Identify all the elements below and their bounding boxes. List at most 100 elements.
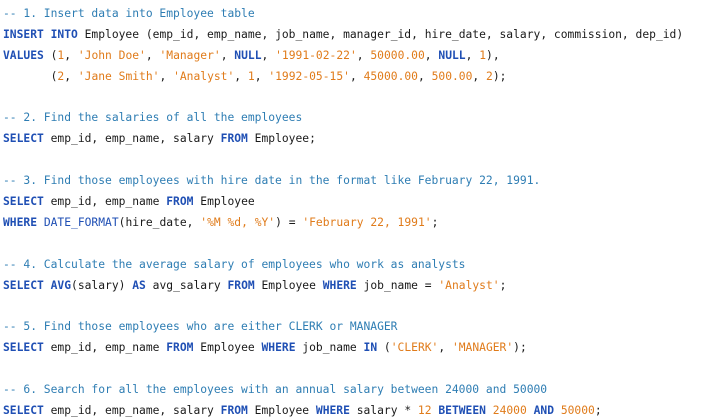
sql-keyword: INSERT INTO [3,27,78,41]
number-literal: 45000.00 [363,69,418,83]
code-text: (hire_date, [118,215,201,229]
string-literal: 'MANAGER' [451,341,514,355]
code-comment: -- 1. Insert data into Employee table [3,7,255,20]
code-text: , [159,69,174,83]
code-text: , [64,48,78,62]
sql-keyword: WHERE [322,278,357,292]
code-text: emp_id, emp_name [43,341,167,355]
string-literal: 'February 22, 1991' [302,215,432,229]
code-text: , [261,48,276,62]
code-line: VALUES (1, 'John Doe', 'Manager', NULL, … [3,46,705,67]
sql-keyword: WHERE [261,341,296,355]
code-line: SELECT AVG(salary) AS avg_salary FROM Em… [3,276,705,297]
sql-keyword: AVG [50,278,72,292]
code-text: (salary) [71,278,133,292]
code-text: Employee [254,278,323,292]
code-text: job_name [295,341,364,355]
string-literal: 'John Doe' [77,48,146,62]
sql-keyword: AND [533,403,554,417]
string-literal: '%M %d, %Y' [200,215,276,229]
code-line: -- 1. Insert data into Employee table [3,4,705,25]
code-comment: -- 6. Search for all the employees with … [3,383,548,397]
code-text: ; [431,215,439,229]
string-literal: 'Jane Smith' [77,69,160,83]
string-literal: '1992-05-15' [268,69,350,83]
string-literal: 'CLERK' [390,341,439,355]
sql-code-block[interactable]: -- 1. Insert data into Employee table INS… [3,4,705,420]
code-text: salary * [349,403,418,417]
string-literal: '1991-02-22' [275,48,357,62]
code-text: ), [486,48,500,62]
sql-keyword: FROM [166,341,194,355]
function-name: DATE_FORMAT [43,215,119,229]
sql-keyword: SELECT [3,341,44,355]
sql-keyword: FROM [220,403,248,417]
code-line: -- 4. Calculate the average salary of em… [3,255,705,276]
sql-keyword: SELECT [3,403,44,417]
code-line: INSERT INTO Employee (emp_id, emp_name, … [3,25,705,46]
sql-keyword: FROM [227,278,255,292]
code-text: ) = [275,215,303,229]
code-comment: -- 3. Find those employees with hire dat… [3,174,541,188]
code-text: job_name = [356,278,439,292]
code-text: , [356,48,371,62]
code-comment: -- 5. Find those employees who are eithe… [3,320,398,334]
code-text: emp_id, emp_name [43,195,167,209]
code-text: , [417,69,432,83]
code-text: , [64,69,78,83]
string-literal: 'Manager' [159,48,221,62]
code-editor[interactable]: -- 1. Insert data into Employee table INS… [0,0,705,420]
code-line: -- 3. Find those employees with hire dat… [3,171,705,192]
number-literal: 50000.00 [370,48,425,62]
number-literal: 12 [417,403,432,417]
code-text: , [465,48,480,62]
code-comment: -- 2. Find the salaries of all the emplo… [3,111,303,125]
sql-keyword: FROM [220,132,248,146]
number-literal: 50000 [560,403,595,417]
code-text: ( [377,341,391,355]
sql-keyword: AS [132,278,146,292]
code-line: -- 2. Find the salaries of all the emplo… [3,108,705,129]
code-text: , [472,69,487,83]
number-literal: 1 [247,69,255,83]
code-text: ( [43,48,58,62]
sql-keyword: SELECT [3,195,44,209]
code-text: , [438,341,452,355]
number-literal: 2 [486,69,493,83]
code-text: Employee [247,403,316,417]
sql-keyword: VALUES [3,48,44,62]
code-text: avg_salary [145,278,228,292]
number-literal: 500.00 [431,69,473,83]
code-text: , [145,48,160,62]
code-text: emp_id, emp_name, salary [43,403,221,417]
code-text: , [254,69,269,83]
number-literal: 1 [479,48,487,62]
code-text: Employee (emp_id, emp_name, job_name, ma… [77,27,684,41]
code-line: -- 5. Find those employees who are eithe… [3,317,705,338]
code-text: ); [492,69,507,83]
string-literal: 'Analyst' [173,69,235,83]
sql-keyword: SELECT [3,132,44,146]
code-line: SELECT emp_id, emp_name, salary FROM Emp… [3,129,705,150]
sql-keyword: SELECT [3,278,44,292]
sql-keyword: FROM [166,195,194,209]
code-text: emp_id, emp_name, salary [43,132,221,146]
code-text: ; [499,278,507,292]
code-text: , [234,69,248,83]
code-text: Employee; [247,132,316,146]
number-literal: 24000 [492,403,527,417]
code-text: Employee [193,195,255,209]
code-text: ); [513,341,527,355]
code-text: , [349,69,364,83]
sql-keyword: WHERE [3,215,38,229]
sql-keyword: NULL [438,48,466,62]
